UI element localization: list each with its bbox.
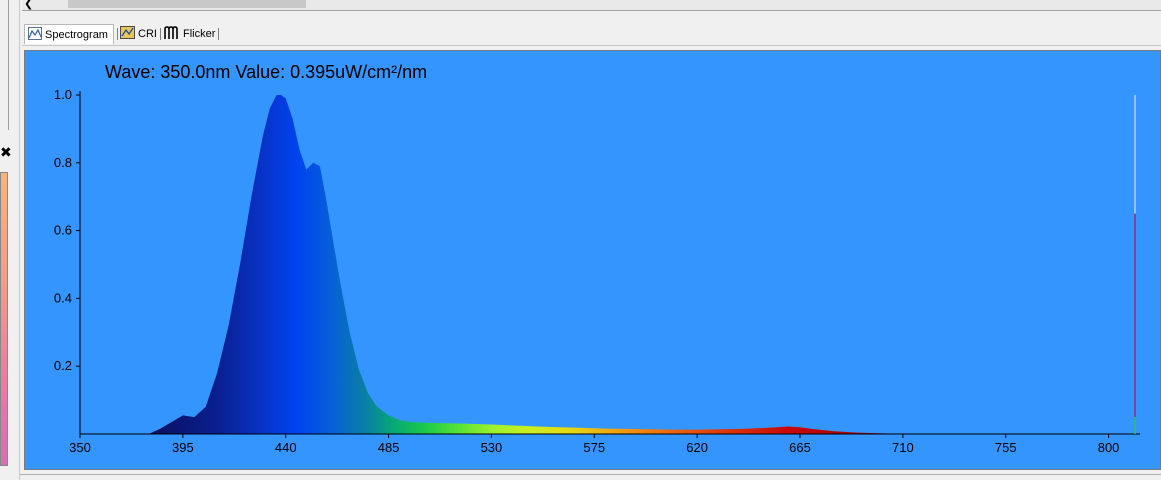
tab-flicker[interactable]: Flicker [161, 24, 221, 44]
x-tick-label: 530 [481, 440, 503, 455]
tab-label: Flicker [183, 28, 216, 40]
left-color-strip [0, 172, 8, 466]
x-tick-label: 350 [69, 440, 91, 455]
tab-cri[interactable]: CRI [117, 24, 161, 44]
cursor-readout: Wave: 350.0nm Value: 0.395uW/cm²/nm [105, 62, 428, 82]
y-tick-label: 0.8 [54, 155, 72, 170]
y-tick-label: 0.2 [54, 358, 72, 373]
tab-separator [218, 28, 219, 40]
spectrogram-chart[interactable]: 350 395 440 485 530 575 620 665 710 755 800 0.2 0.4 0… [24, 50, 1161, 470]
x-tick-label: 575 [583, 440, 605, 455]
spectrogram-icon [28, 26, 42, 43]
x-tick-label: 485 [378, 440, 400, 455]
x-tick-label: 440 [275, 440, 297, 455]
y-tick-label: 1.0 [54, 87, 72, 102]
spectrum-area [148, 95, 1121, 434]
scrollbar-thumb[interactable] [68, 0, 306, 8]
x-tick-label: 665 [789, 440, 811, 455]
x-tick-label: 800 [1098, 440, 1120, 455]
x-tick-label: 620 [686, 440, 708, 455]
tab-label: CRI [138, 28, 157, 40]
y-tick-label: 0.4 [54, 290, 72, 305]
scroll-left-icon[interactable]: ❮ [24, 0, 33, 10]
x-tick-label: 395 [172, 440, 194, 455]
cri-icon [120, 26, 135, 42]
bottom-divider [20, 474, 1161, 475]
chart-tab-bar: Spectrogram CRI Flicker [22, 22, 1161, 46]
y-tick-label: 0.6 [54, 223, 72, 238]
close-icon[interactable]: ✖ [0, 145, 12, 161]
tab-spectrogram[interactable]: Spectrogram [24, 24, 114, 44]
left-panel-divider [8, 0, 9, 130]
horizontal-scrollbar[interactable]: ❮ [22, 0, 1161, 11]
tab-label: Spectrogram [45, 28, 108, 41]
x-tick-label: 710 [892, 440, 914, 455]
x-tick-label: 755 [995, 440, 1017, 455]
flicker-icon [164, 25, 180, 43]
